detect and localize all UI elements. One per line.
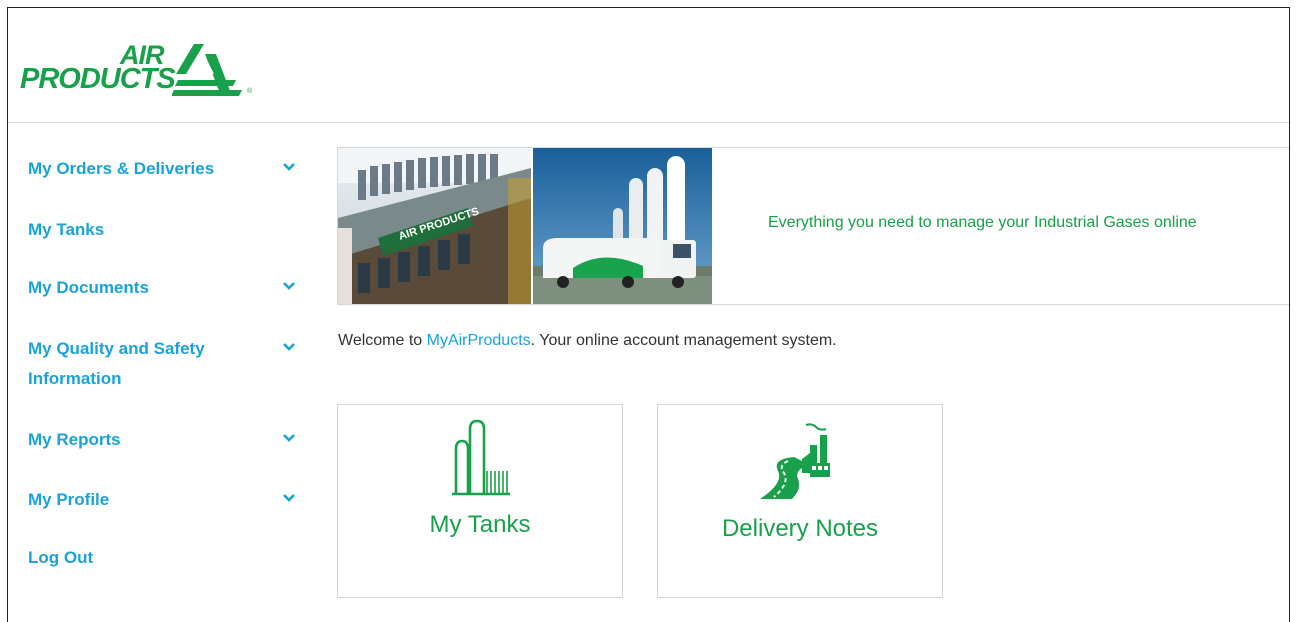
sidebar-item-label: My Profile — [28, 490, 110, 509]
chevron-down-icon[interactable] — [282, 431, 296, 445]
registered-mark: ® — [247, 88, 253, 95]
header: AIR PRODUCTS ® — [8, 8, 1289, 123]
chevron-down-icon[interactable] — [282, 491, 296, 505]
tanker-truck-photo — [533, 148, 712, 304]
welcome-message: Welcome to MyAirProducts. Your online ac… — [338, 332, 837, 350]
welcome-prefix: Welcome to — [338, 332, 427, 349]
delivery-road-factory-icon — [760, 423, 830, 499]
gas-cylinders-photo: AIR PRODUCTS — [338, 148, 531, 304]
logo-text-products: PRODUCTS — [20, 63, 176, 95]
chevron-down-icon[interactable] — [282, 279, 296, 293]
app-frame: AIR PRODUCTS ® My Orders & Deliveries My… — [7, 7, 1290, 622]
welcome-suffix: . Your online account management system. — [530, 332, 837, 349]
sidebar-nav: My Orders & Deliveries My Tanks My Docum… — [8, 124, 308, 622]
chevron-down-icon[interactable] — [282, 340, 296, 354]
sidebar-item-label: Log Out — [28, 548, 94, 567]
tile-label: My Tanks — [429, 511, 531, 538]
chevron-down-icon[interactable] — [282, 160, 296, 174]
air-products-triangle-icon — [172, 44, 242, 96]
my-tanks-tile[interactable]: My Tanks — [337, 404, 623, 598]
welcome-brand-link[interactable]: MyAirProducts — [427, 332, 531, 349]
sidebar-item-label: My Documents — [28, 278, 149, 297]
sidebar-item-label: My Tanks — [28, 220, 105, 239]
tile-label: Delivery Notes — [721, 515, 879, 542]
delivery-notes-tile[interactable]: Delivery Notes — [657, 404, 943, 598]
sidebar-item-label: My Quality and Safety Information — [28, 339, 205, 388]
banner-tagline: Everything you need to manage your Indus… — [768, 214, 1197, 231]
sidebar-item-label: My Orders & Deliveries — [28, 159, 215, 178]
sidebar-item-label: My Reports — [28, 430, 121, 449]
air-products-logo[interactable]: AIR PRODUCTS ® — [20, 36, 260, 104]
hero-banner: AIR PRODUCTS Everything you need to mana… — [337, 147, 1289, 305]
storage-tanks-icon — [452, 419, 510, 496]
